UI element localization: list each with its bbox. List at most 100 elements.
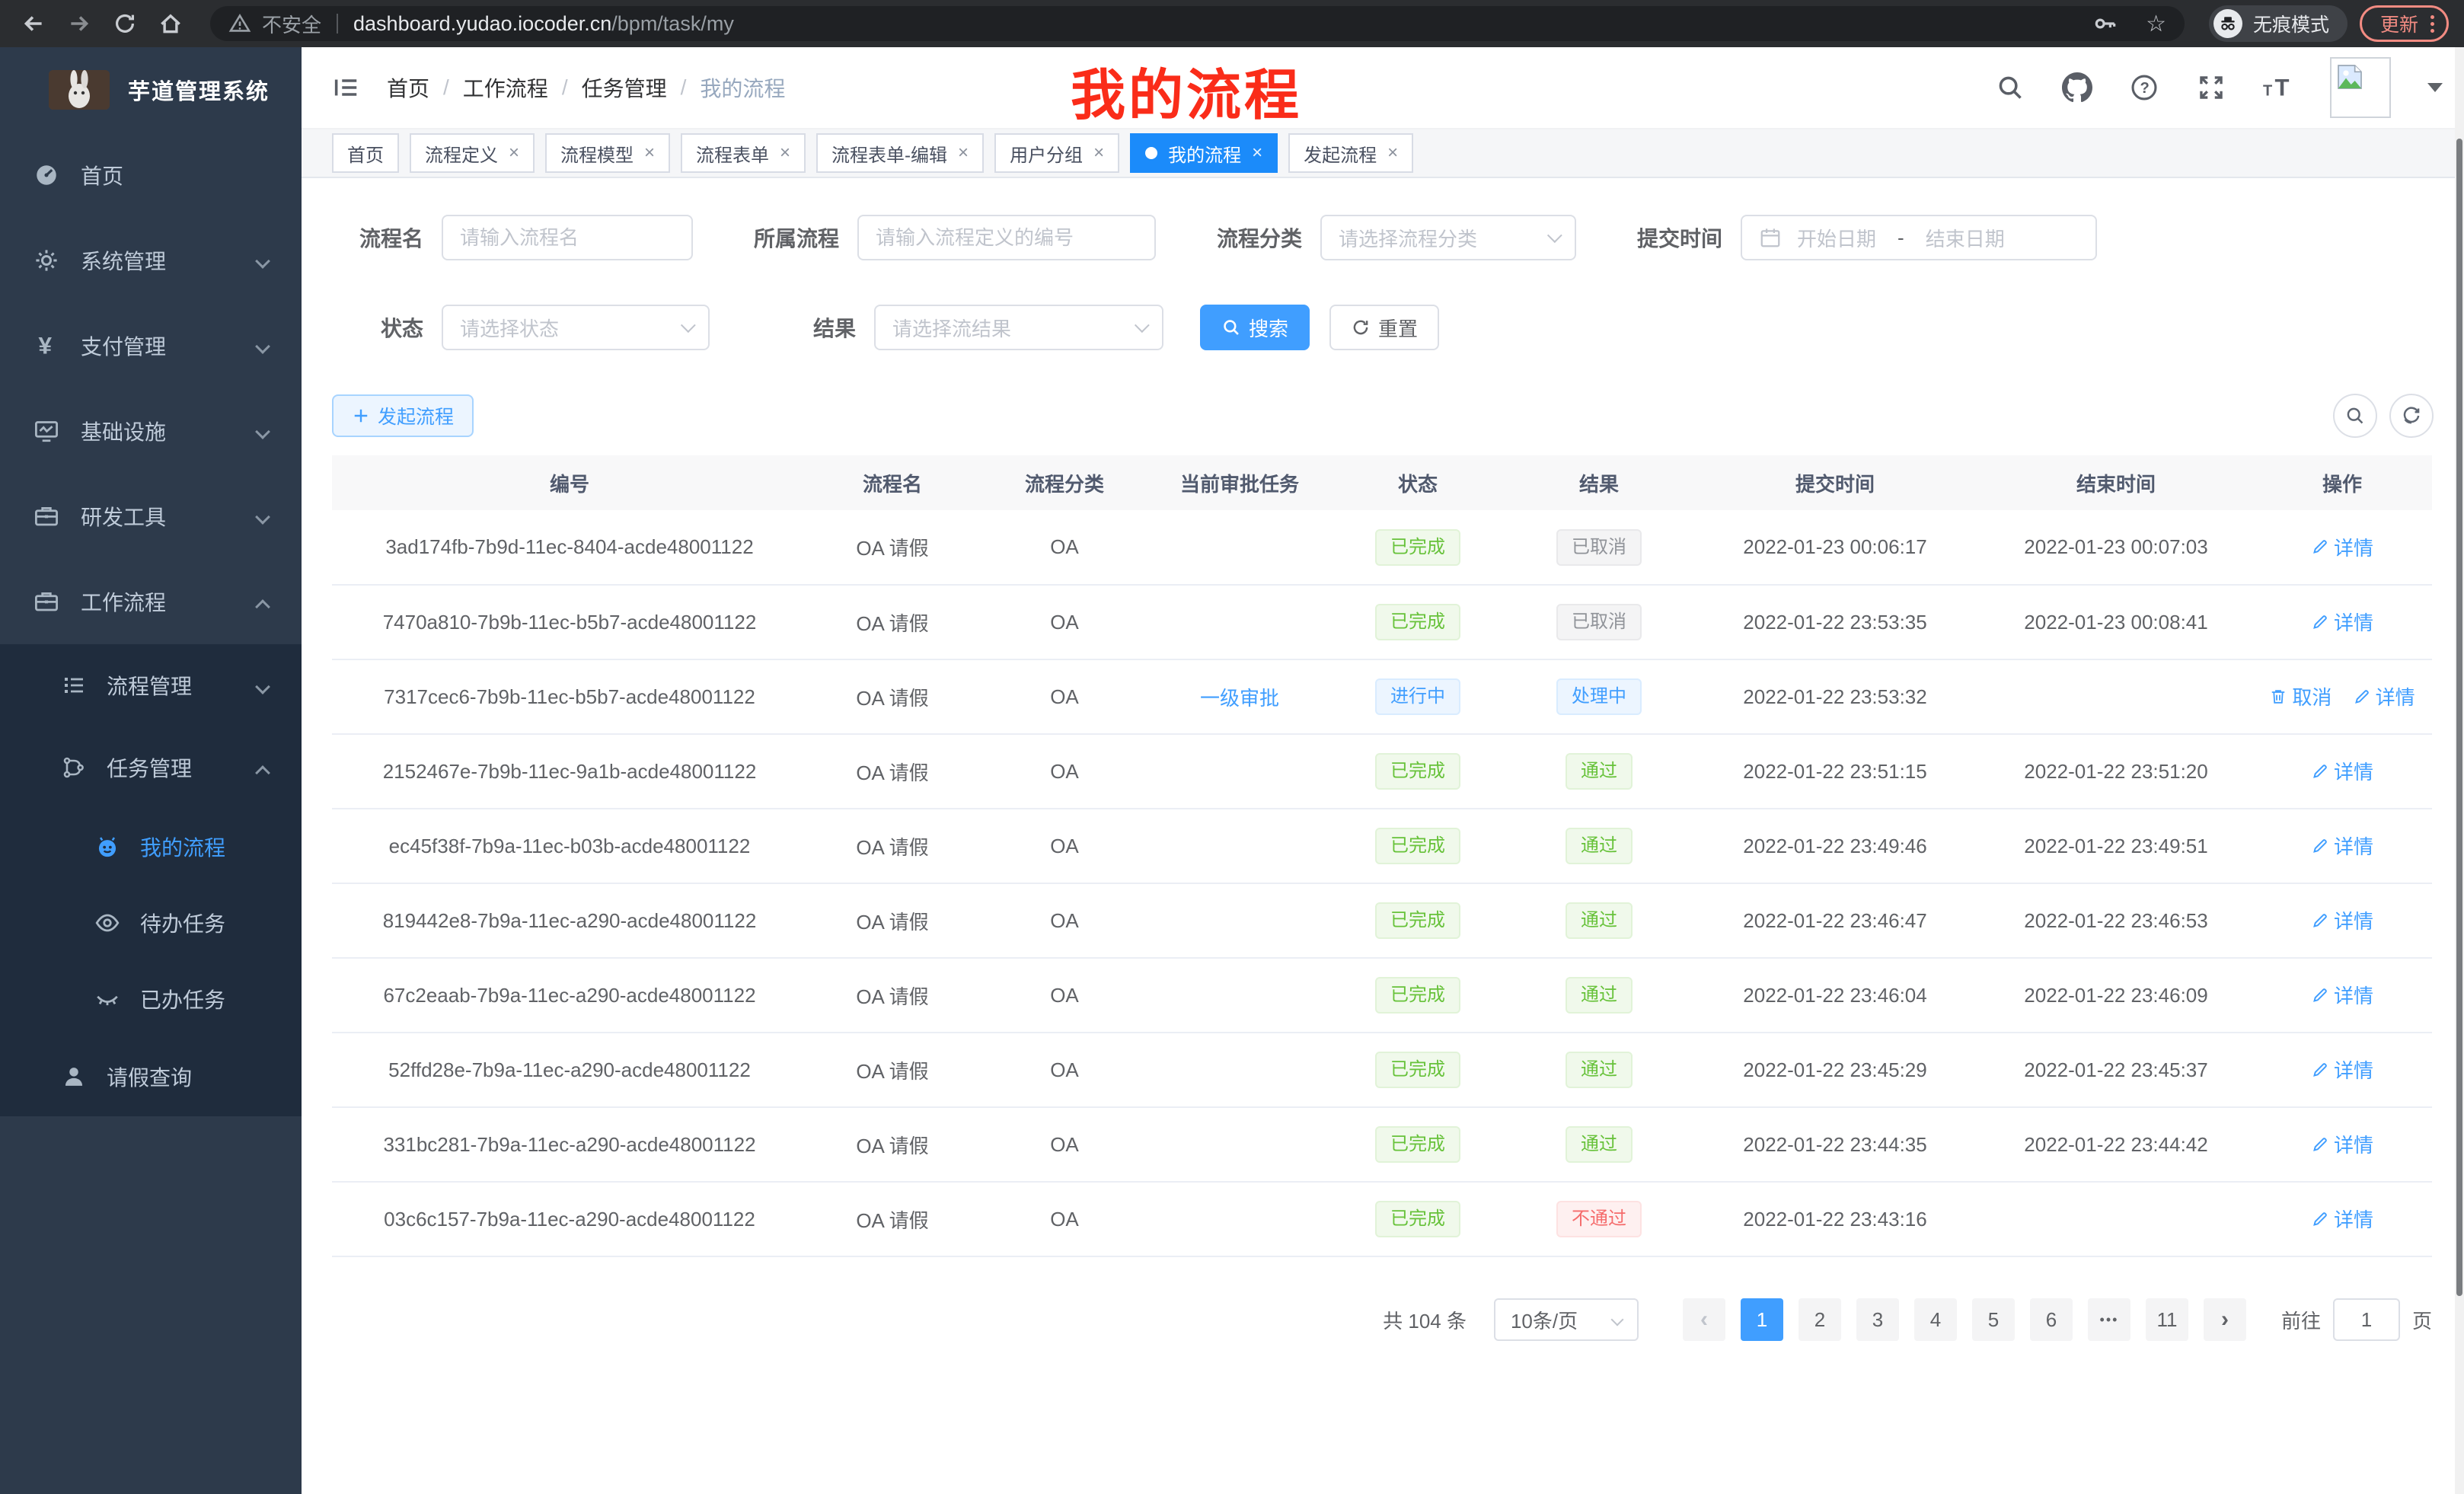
detail-link[interactable]: 详情 <box>2311 906 2373 934</box>
show-search-toggle-icon[interactable] <box>2333 394 2377 438</box>
process-category-select[interactable]: 请选择流程分类 <box>1320 215 1576 260</box>
sidebar-item-process-management[interactable]: 流程管理 <box>0 644 302 726</box>
detail-link[interactable]: 详情 <box>2311 981 2373 1009</box>
sidebar-item-todo-tasks[interactable]: 待办任务 <box>0 885 302 961</box>
tab-user-group[interactable]: 用户分组× <box>994 133 1119 173</box>
back-icon[interactable] <box>15 5 52 42</box>
start-date-placeholder[interactable]: 开始日期 <box>1797 224 1876 252</box>
breadcrumb-item[interactable]: 首页 <box>387 72 429 103</box>
search-icon[interactable] <box>1995 72 2025 103</box>
end-date-placeholder[interactable]: 结束日期 <box>1926 224 2005 252</box>
avatar-dropdown-caret-icon[interactable] <box>2427 83 2443 92</box>
security-label[interactable]: 不安全 <box>262 10 321 38</box>
sidebar-item-devtools[interactable]: 研发工具 <box>0 474 302 559</box>
close-icon[interactable]: × <box>780 142 790 164</box>
fullscreen-icon[interactable] <box>2196 72 2226 103</box>
broken-image-icon <box>2335 62 2365 92</box>
sidebar-item-system[interactable]: 系统管理 <box>0 218 302 303</box>
goto-page-input[interactable] <box>2333 1298 2400 1341</box>
result-badge: 不通过 <box>1556 1201 1642 1237</box>
tab-my-processes[interactable]: 我的流程× <box>1130 133 1278 173</box>
cancel-link[interactable]: 取消 <box>2269 682 2332 710</box>
detail-link[interactable]: 详情 <box>2311 1055 2373 1084</box>
refresh-table-icon[interactable] <box>2389 394 2434 438</box>
breadcrumb-item[interactable]: 工作流程 <box>463 72 548 103</box>
close-icon[interactable]: × <box>644 142 655 164</box>
tab-start-process[interactable]: 发起流程× <box>1288 133 1413 173</box>
scrollbar-thumb[interactable] <box>2456 139 2462 1296</box>
page-button-3[interactable]: 3 <box>1856 1298 1899 1341</box>
page-scrollbar[interactable] <box>2455 47 2464 1494</box>
chevron-up-icon <box>255 765 270 781</box>
current-task-link[interactable]: 一级审批 <box>1200 687 1279 710</box>
close-icon[interactable]: × <box>509 142 519 164</box>
page-button-11[interactable]: 11 <box>2146 1298 2188 1341</box>
chrome-update-button[interactable]: 更新 <box>2360 5 2449 42</box>
chevron-down-icon <box>255 424 270 439</box>
sidebar-item-workflow[interactable]: 工作流程 <box>0 559 302 644</box>
sidebar-item-my-processes[interactable]: 我的流程 <box>0 809 302 885</box>
page-url[interactable]: dashboard.yudao.iocoder.cn/bpm/task/my <box>353 12 734 36</box>
detail-link[interactable]: 详情 <box>2311 832 2373 860</box>
result-select[interactable]: 请选择流结果 <box>874 305 1163 350</box>
page-button-2[interactable]: 2 <box>1799 1298 1841 1341</box>
sidebar-item-label: 任务管理 <box>107 752 192 783</box>
next-page-button[interactable]: › <box>2204 1298 2246 1341</box>
sidebar-toggle-icon[interactable] <box>329 71 362 104</box>
tab-process-model[interactable]: 流程模型× <box>545 133 670 173</box>
detail-link[interactable]: 详情 <box>2311 1205 2373 1233</box>
reload-icon[interactable] <box>107 5 143 42</box>
sidebar-item-home[interactable]: 首页 <box>0 132 302 218</box>
page-button-6[interactable]: 6 <box>2030 1298 2073 1341</box>
detail-link[interactable]: 详情 <box>2311 608 2373 636</box>
process-definition-input[interactable] <box>857 215 1156 260</box>
page-button-5[interactable]: 5 <box>1972 1298 2015 1341</box>
page-button-1[interactable]: 1 <box>1741 1298 1783 1341</box>
submit-time-label: 提交时间 <box>1619 222 1722 253</box>
prev-page-button[interactable]: ‹ <box>1683 1298 1725 1341</box>
avatar[interactable] <box>2330 57 2391 118</box>
bookmark-star-icon[interactable]: ☆ <box>2146 11 2166 37</box>
user-icon <box>61 1064 87 1090</box>
forward-icon[interactable] <box>61 5 97 42</box>
page-size-select[interactable]: 10条/页 <box>1494 1298 1639 1341</box>
tab-home[interactable]: 首页 <box>332 133 399 173</box>
detail-link[interactable]: 详情 <box>2311 757 2373 785</box>
cell-category: OA <box>978 510 1151 585</box>
home-icon[interactable] <box>152 5 189 42</box>
status-select[interactable]: 请选择状态 <box>442 305 710 350</box>
close-icon[interactable]: × <box>1093 142 1104 164</box>
sidebar-item-task-management[interactable]: 任务管理 <box>0 726 302 809</box>
detail-link[interactable]: 详情 <box>2311 1130 2373 1158</box>
sidebar-item-done-tasks[interactable]: 已办任务 <box>0 961 302 1037</box>
detail-link[interactable]: 详情 <box>2311 533 2373 561</box>
detail-link[interactable]: 详情 <box>2353 682 2415 710</box>
password-key-icon[interactable] <box>2092 11 2118 37</box>
font-size-icon[interactable]: TT <box>2263 72 2293 103</box>
status-badge: 已完成 <box>1375 604 1460 640</box>
menu-dots-icon[interactable] <box>2430 15 2434 33</box>
more-pages-button[interactable]: ••• <box>2088 1298 2130 1341</box>
tab-process-definition[interactable]: 流程定义× <box>410 133 535 173</box>
process-name-input[interactable] <box>442 215 693 260</box>
tab-process-form-edit[interactable]: 流程表单-编辑× <box>816 133 984 173</box>
sidebar-item-infra[interactable]: 基础设施 <box>0 388 302 474</box>
sidebar-item-leave-query[interactable]: 请假查询 <box>0 1037 302 1116</box>
sidebar-item-payment[interactable]: ¥ 支付管理 <box>0 303 302 388</box>
app-logo-row[interactable]: 芋道管理系统 <box>0 47 302 132</box>
github-icon[interactable] <box>2062 72 2092 103</box>
close-icon[interactable]: × <box>1387 142 1398 164</box>
start-process-button[interactable]: 发起流程 <box>332 394 474 437</box>
reset-button[interactable]: 重置 <box>1329 305 1439 350</box>
browser-toolbar: 不安全 dashboard.yudao.iocoder.cn/bpm/task/… <box>0 0 2464 47</box>
address-bar[interactable]: 不安全 dashboard.yudao.iocoder.cn/bpm/task/… <box>210 6 2185 41</box>
page-button-4[interactable]: 4 <box>1914 1298 1957 1341</box>
close-icon[interactable]: × <box>1252 142 1262 164</box>
submit-time-range-picker[interactable]: 开始日期 - 结束日期 <box>1741 215 2097 260</box>
close-icon[interactable]: × <box>958 142 969 164</box>
search-button[interactable]: 搜索 <box>1200 305 1310 350</box>
tab-process-form[interactable]: 流程表单× <box>681 133 806 173</box>
table-header-row: 编号 流程名 流程分类 当前审批任务 状态 结果 提交时间 结束时间 操作 <box>332 455 2432 510</box>
breadcrumb-item[interactable]: 任务管理 <box>582 72 667 103</box>
help-icon[interactable]: ? <box>2129 72 2159 103</box>
